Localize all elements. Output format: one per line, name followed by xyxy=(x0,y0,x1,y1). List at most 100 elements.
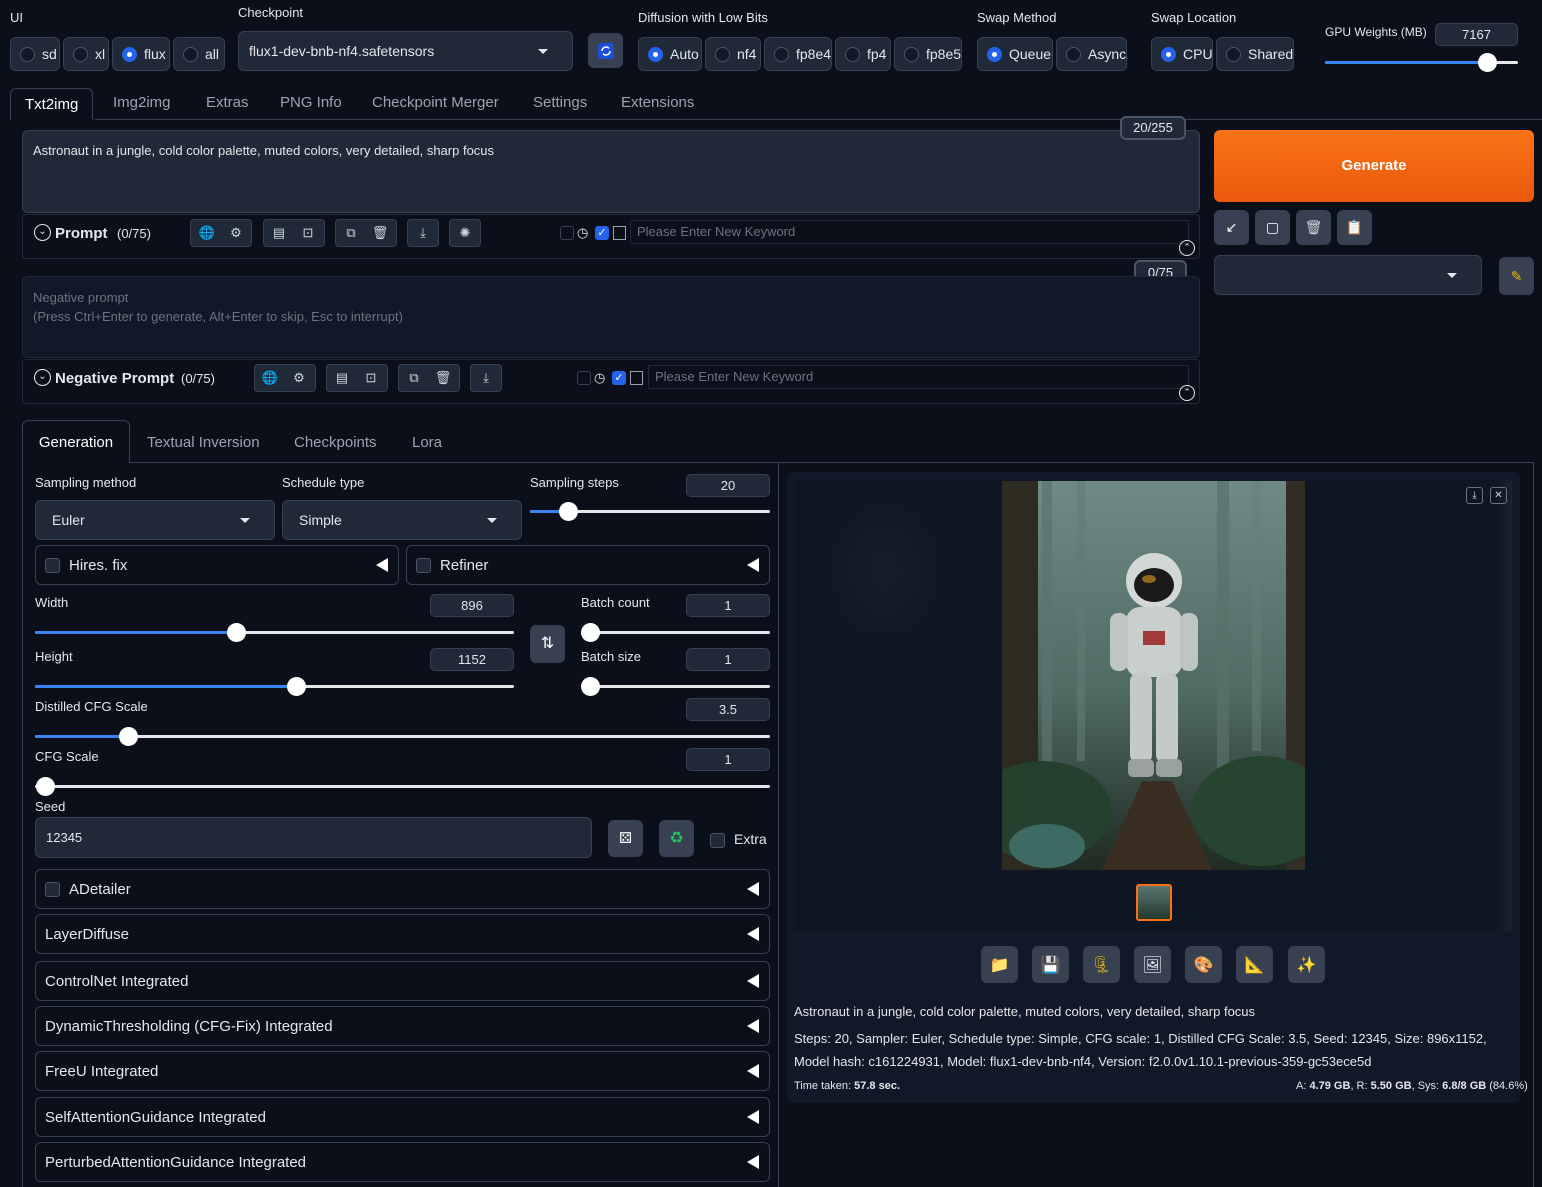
batch-size-input[interactable]: 1 xyxy=(686,648,770,671)
width-slider[interactable] xyxy=(35,623,514,642)
seed-input[interactable]: 12345 xyxy=(35,817,592,858)
generate-button[interactable]: Generate xyxy=(1214,130,1534,202)
tab-png-info[interactable]: PNG Info xyxy=(280,94,342,111)
clipboard-icon[interactable]: 📋 xyxy=(1337,210,1372,245)
tab-txt2img[interactable]: Txt2img xyxy=(10,88,94,120)
folder-icon[interactable]: 📁 xyxy=(981,946,1018,983)
diffusion-fp4[interactable]: fp4 xyxy=(835,37,891,71)
copy-icon[interactable]: ⧉ xyxy=(337,220,365,246)
panel-icon[interactable] xyxy=(630,371,643,385)
bookmark-icon[interactable]: ⊡ xyxy=(294,220,322,246)
width-input[interactable]: 896 xyxy=(430,594,514,617)
cfg-scale-input[interactable]: 1 xyxy=(686,748,770,771)
gear-icon[interactable]: ⚙ xyxy=(285,365,313,391)
tab-extras[interactable]: Extras xyxy=(206,94,249,111)
schedule-type-select[interactable]: Simple xyxy=(282,500,522,540)
triangle-ruler-icon[interactable]: 📐 xyxy=(1236,946,1273,983)
swap-location-shared[interactable]: Shared xyxy=(1216,37,1294,71)
refiner-checkbox[interactable] xyxy=(416,557,431,573)
panel-icon[interactable] xyxy=(613,226,626,240)
tab-settings[interactable]: Settings xyxy=(533,94,587,111)
batch-size-slider[interactable] xyxy=(581,677,770,696)
distilled-cfg-input[interactable]: 3.5 xyxy=(686,698,770,721)
height-input[interactable]: 1152 xyxy=(430,648,514,671)
diffusion-fp8e5[interactable]: fp8e5 xyxy=(894,37,962,71)
openai-icon[interactable]: ✺ xyxy=(451,220,479,246)
sparkle-icon[interactable]: ✨ xyxy=(1288,946,1325,983)
sampling-method-select[interactable]: Euler xyxy=(35,500,275,540)
zip-icon[interactable]: 🗜 xyxy=(1083,946,1120,983)
ui-option-all[interactable]: all xyxy=(173,37,225,71)
diffusion-fp8e4[interactable]: fp8e4 xyxy=(764,37,832,71)
subtab-lora[interactable]: Lora xyxy=(412,434,442,451)
self-attention-guidance-accordion[interactable]: SelfAttentionGuidance Integrated xyxy=(35,1097,770,1137)
ui-option-flux[interactable]: flux xyxy=(112,37,170,71)
batch-count-slider[interactable] xyxy=(581,623,770,642)
perturbed-attention-guidance-accordion[interactable]: PerturbedAttentionGuidance Integrated xyxy=(35,1142,770,1182)
reuse-seed-button[interactable]: ♻ xyxy=(659,820,694,857)
adetailer-checkbox[interactable] xyxy=(45,881,60,897)
history-icon[interactable]: ▤ xyxy=(328,365,356,391)
swap-dimensions-button[interactable]: ⇅ xyxy=(530,625,565,663)
keyword-checkbox[interactable] xyxy=(560,226,574,240)
negative-prompt-textarea[interactable]: Negative prompt (Press Ctrl+Enter to gen… xyxy=(22,276,1200,358)
hires-fix-checkbox[interactable] xyxy=(45,557,60,573)
collapse-icon[interactable]: ⌄ xyxy=(34,369,51,386)
bookmark-icon[interactable]: ⊡ xyxy=(357,365,385,391)
controlnet-accordion[interactable]: ControlNet Integrated xyxy=(35,961,770,1001)
gear-icon[interactable]: ⚙ xyxy=(222,220,250,246)
prompt-textarea[interactable]: Astronaut in a jungle, cold color palett… xyxy=(22,130,1200,213)
negative-keyword-input[interactable]: Please Enter New Keyword xyxy=(648,365,1189,389)
download-icon[interactable]: ⤓ xyxy=(472,365,500,391)
edit-styles-button[interactable]: ✎ xyxy=(1499,257,1534,295)
palette-icon[interactable]: 🎨 xyxy=(1185,946,1222,983)
hires-fix-accordion[interactable]: Hires. fix xyxy=(35,545,399,585)
batch-count-input[interactable]: 1 xyxy=(686,594,770,617)
extra-seed-toggle[interactable]: Extra xyxy=(710,831,767,848)
save-icon[interactable]: 💾 xyxy=(1032,946,1069,983)
download-icon[interactable]: ⤓ xyxy=(1466,487,1483,504)
swap-location-cpu[interactable]: CPU xyxy=(1151,37,1213,71)
gpu-weights-slider[interactable] xyxy=(1325,53,1518,72)
swap-method-async[interactable]: Async xyxy=(1056,37,1127,71)
extra-checkbox[interactable] xyxy=(710,832,725,848)
layerdiffuse-accordion[interactable]: LayerDiffuse xyxy=(35,914,770,954)
dynamic-thresholding-accordion[interactable]: DynamicThresholding (CFG-Fix) Integrated xyxy=(35,1006,770,1046)
tab-img2img[interactable]: Img2img xyxy=(113,94,171,111)
adetailer-accordion[interactable]: ADetailer xyxy=(35,869,770,909)
copy-icon[interactable]: ⧉ xyxy=(400,365,428,391)
height-slider[interactable] xyxy=(35,677,514,696)
ui-option-xl[interactable]: xl xyxy=(63,37,109,71)
sampling-steps-slider[interactable] xyxy=(530,502,770,521)
timer-icon[interactable]: ◷ xyxy=(594,370,605,386)
checked-checkbox[interactable]: ✓ xyxy=(595,226,609,240)
globe-icon[interactable]: 🌐 xyxy=(193,220,221,246)
chevron-up-icon[interactable]: ⌃ xyxy=(1179,240,1195,256)
tab-checkpoint-merger[interactable]: Checkpoint Merger xyxy=(372,94,499,111)
subtab-generation[interactable]: Generation xyxy=(22,420,130,463)
collapse-icon[interactable]: ⌄ xyxy=(34,224,51,241)
refresh-button[interactable] xyxy=(588,33,623,68)
refiner-accordion[interactable]: Refiner xyxy=(406,545,770,585)
styles-dropdown[interactable] xyxy=(1214,255,1482,295)
generated-image[interactable] xyxy=(1002,481,1305,870)
subtab-textual-inversion[interactable]: Textual Inversion xyxy=(147,434,260,451)
cfg-scale-slider[interactable] xyxy=(35,777,770,796)
download-icon[interactable]: ⤓ xyxy=(409,220,437,246)
diffusion-nf4[interactable]: nf4 xyxy=(705,37,761,71)
random-seed-button[interactable]: ⚄ xyxy=(608,820,643,857)
tab-extensions[interactable]: Extensions xyxy=(621,94,694,111)
checked-checkbox[interactable]: ✓ xyxy=(612,371,626,385)
prompt-keyword-input[interactable]: Please Enter New Keyword xyxy=(630,220,1189,244)
trash-icon[interactable]: 🗑 xyxy=(429,365,457,391)
square-icon[interactable]: ▢ xyxy=(1255,210,1290,245)
history-icon[interactable]: ▤ xyxy=(265,220,293,246)
diffusion-auto[interactable]: Auto xyxy=(638,37,702,71)
ui-option-sd[interactable]: sd xyxy=(10,37,60,71)
close-icon[interactable]: ✕ xyxy=(1490,487,1507,504)
image-icon[interactable]: 🖼 xyxy=(1134,946,1171,983)
trash-icon[interactable]: 🗑 xyxy=(1296,210,1331,245)
distilled-cfg-slider[interactable] xyxy=(35,727,770,746)
sampling-steps-input[interactable]: 20 xyxy=(686,474,770,497)
arrow-icon[interactable]: ↙ xyxy=(1214,210,1249,245)
